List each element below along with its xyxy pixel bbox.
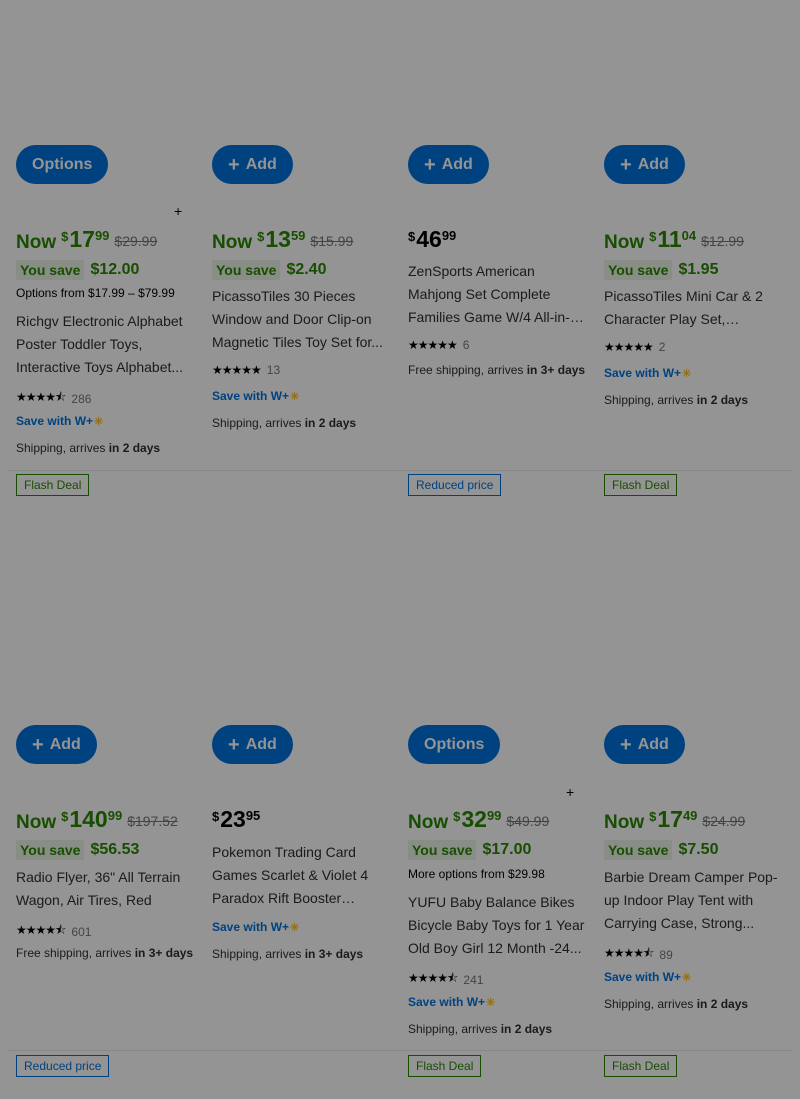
modal-backdrop-overlay[interactable]	[0, 0, 800, 1099]
